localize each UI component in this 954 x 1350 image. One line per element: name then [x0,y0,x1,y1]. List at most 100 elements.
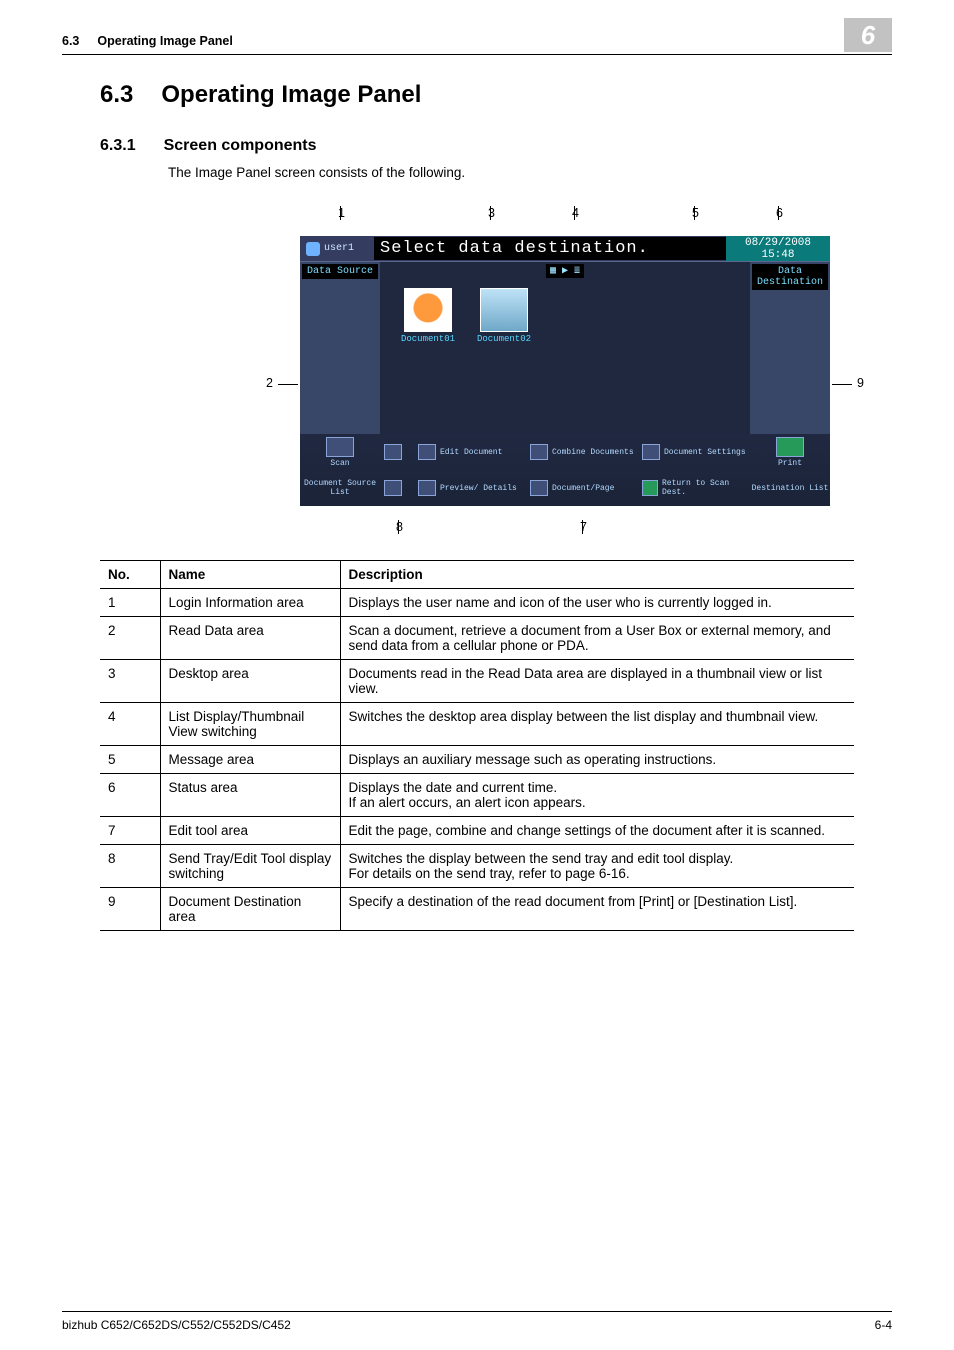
cell-name: Status area [160,774,340,817]
callout-2: 2 [266,376,273,390]
preview-label: Preview/ Details [440,484,517,493]
cell-desc: Switches the desktop area display betwee… [340,703,854,746]
footer-model: bizhub C652/C652DS/C552/C552DS/C452 [62,1318,291,1332]
intro-text: The Image Panel screen consists of the f… [168,165,854,180]
user-icon [306,242,320,256]
destination-list-label: Destination List [752,484,829,493]
edit-document-button[interactable]: Edit Document [414,434,526,470]
subsection-number: 6.3.1 [100,137,136,155]
docpage-icon [530,480,548,496]
cell-desc: Displays the user name and icon of the u… [340,589,854,617]
cell-desc: Scan a document, retrieve a document fro… [340,617,854,660]
combine-documents-button[interactable]: Combine Documents [526,434,638,470]
cell-name: Send Tray/Edit Tool display switching [160,845,340,888]
settings-label: Document Settings [664,448,746,457]
table-row: 8Send Tray/Edit Tool display switchingSw… [100,845,854,888]
callout-8: 8 [396,520,403,534]
print-button[interactable]: Print [750,434,830,470]
thumb-image-icon [404,288,452,332]
table-row: 4List Display/Thumbnail View switchingSw… [100,703,854,746]
col-name: Name [160,561,340,589]
send-tray-switch[interactable] [380,434,414,470]
document-thumb-1[interactable]: Document01 [398,288,458,344]
cell-name: Login Information area [160,589,340,617]
cell-no: 2 [100,617,160,660]
footer-divider [62,1311,892,1312]
user-name: user1 [324,243,354,254]
table-row: 1Login Information areaDisplays the user… [100,589,854,617]
return-icon [642,480,658,496]
header-section-name: Operating Image Panel [97,34,232,48]
screenshot-figure: 2 9 1 3 4 5 6 user1 Select data destinat… [300,206,830,536]
cell-desc: Switches the display between the send tr… [340,845,854,888]
desktop-area: ▦ ▶ ≣ Document01 Document02 [380,262,750,434]
cell-no: 1 [100,589,160,617]
preview-icon [418,480,436,496]
callout-2-line [278,384,298,385]
table-row: 5Message areaDisplays an auxiliary messa… [100,746,854,774]
cell-no: 7 [100,817,160,845]
chapter-badge: 6 [844,18,892,52]
data-source-header: Data Source [302,264,378,279]
edit-doc-icon [418,444,436,460]
thumb-label: Document01 [401,334,455,344]
doc-source-list-label: Document Source List [300,479,380,497]
cell-no: 4 [100,703,160,746]
cell-desc: Displays the date and current time. If a… [340,774,854,817]
docpage-label: Document/Page [552,484,614,493]
callout-7: 7 [580,520,587,534]
cell-name: Document Destination area [160,888,340,931]
cell-name: Edit tool area [160,817,340,845]
document-settings-button[interactable]: Document Settings [638,434,750,470]
cell-name: Message area [160,746,340,774]
document-page-button[interactable]: Document/Page [526,470,638,506]
combine-icon [530,444,548,460]
tray-icon [384,444,402,460]
preview-details-button[interactable]: Preview/ Details [414,470,526,506]
thumbnail-view-icon[interactable]: ▦ [550,265,556,277]
footer-page: 6-4 [875,1318,892,1332]
callout-row-top: 1 3 4 5 6 [300,206,830,236]
table-header-row: No. Name Description [100,561,854,589]
thumb-image-icon [480,288,528,332]
cell-no: 5 [100,746,160,774]
table-row: 3Desktop areaDocuments read in the Read … [100,660,854,703]
callout-row-bottom: 8 7 [300,506,830,536]
scan-label: Scan [330,459,349,468]
view-switch[interactable]: ▦ ▶ ≣ [546,264,584,278]
header-section-ref: 6.3 [62,34,79,48]
left-bottom-buttons: Scan Document Source List [300,434,380,506]
section-number: 6.3 [100,81,133,109]
document-thumb-2[interactable]: Document02 [474,288,534,344]
document-destination-area: Data Destination [750,262,830,434]
combine-label: Combine Documents [552,448,634,457]
cell-desc: Specify a destination of the read docume… [340,888,854,931]
col-desc: Description [340,561,854,589]
cell-desc: Edit the page, combine and change settin… [340,817,854,845]
callout-9: 9 [857,376,864,390]
cell-desc: Displays an auxiliary message such as op… [340,746,854,774]
list-view-icon[interactable]: ▶ ≣ [562,265,580,277]
table-row: 2Read Data areaScan a document, retrieve… [100,617,854,660]
edit-icon [384,480,402,496]
thumb-label: Document02 [477,334,531,344]
subsection-title: Screen components [164,137,317,155]
return-scan-dest-button[interactable]: Return to Scan Dest. [638,470,750,506]
edit-doc-label: Edit Document [440,448,502,457]
login-info-area: user1 [300,242,374,256]
edit-tool-switch[interactable] [380,470,414,506]
data-destination-header: Data Destination [752,264,828,290]
edit-tool-area: Edit Document Preview/ Details Combine D… [380,434,750,506]
components-table: No. Name Description 1Login Information … [100,560,854,931]
doc-source-list-button[interactable]: Document Source List [300,470,380,506]
cell-name: List Display/Thumbnail View switching [160,703,340,746]
print-label: Print [778,459,802,468]
destination-list-button[interactable]: Destination List [750,470,830,506]
device-screen: user1 Select data destination. 08/29/200… [300,236,830,506]
read-data-area: Data Source [300,262,380,434]
scan-icon [326,437,354,457]
callout-9-line [832,384,852,385]
table-row: 6Status areaDisplays the date and curren… [100,774,854,817]
print-icon [776,437,804,457]
scan-button[interactable]: Scan [300,434,380,470]
